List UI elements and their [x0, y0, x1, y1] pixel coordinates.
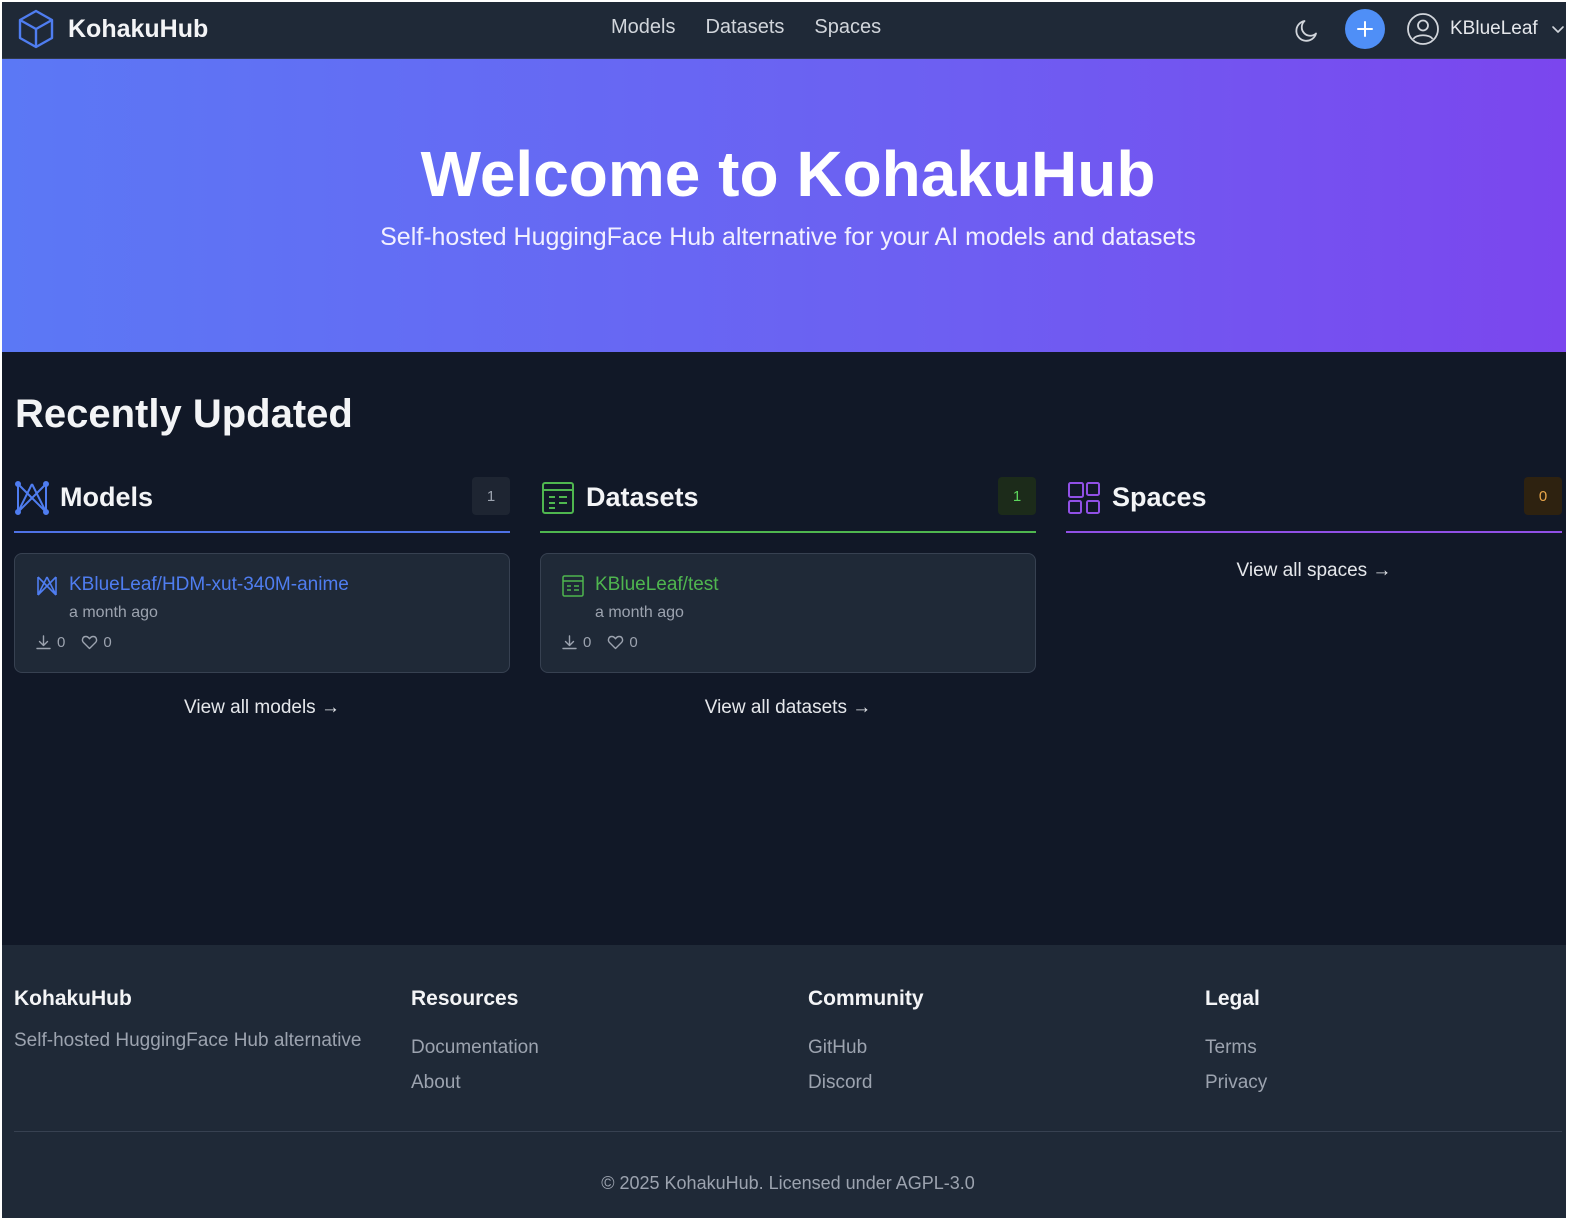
nav-models[interactable]: Models: [611, 16, 675, 39]
footer-legal-column: Legal Terms Privacy: [1205, 987, 1267, 1100]
models-count-badge: 1: [472, 477, 510, 515]
nav-datasets[interactable]: Datasets: [705, 16, 784, 39]
main-nav: Models Datasets Spaces: [611, 16, 911, 39]
datasets-heading: Datasets: [586, 482, 699, 512]
create-new-button[interactable]: [1345, 9, 1385, 49]
datasets-column: Datasets 1 KBlueLeaf/test a month ago 0: [540, 474, 1036, 719]
download-icon: [36, 635, 51, 650]
likes-stat: 0: [607, 634, 638, 651]
footer-copyright: © 2025 KohakuHub. Licensed under AGPL-3.…: [601, 1173, 975, 1193]
dataset-card[interactable]: KBlueLeaf/test a month ago 0 0: [540, 553, 1036, 673]
spaces-column: Spaces 0 View all spaces →: [1066, 474, 1562, 582]
footer-divider: [14, 1131, 1562, 1132]
footer-link-terms[interactable]: Terms: [1205, 1030, 1267, 1065]
footer-resources-column: Resources Documentation About: [411, 987, 539, 1100]
model-network-icon: [15, 481, 49, 515]
models-heading: Models: [60, 482, 154, 512]
moon-icon[interactable]: [1292, 15, 1322, 45]
user-name: KBlueLeaf: [1450, 18, 1538, 39]
likes-count: 0: [103, 634, 112, 651]
downloads-count: 0: [583, 634, 592, 651]
spaces-column-header: Spaces 0: [1066, 474, 1562, 533]
model-card-updated: a month ago: [69, 604, 158, 621]
view-all-models-link[interactable]: View all models →: [14, 697, 510, 719]
model-card-stats: 0 0: [35, 634, 128, 651]
spaces-grid-icon: [1068, 482, 1100, 514]
site-footer: KohakuHub Self-hosted HuggingFace Hub al…: [2, 945, 1566, 1218]
model-card-title[interactable]: KBlueLeaf/HDM-xut-340M-anime: [69, 574, 349, 596]
datasets-count-badge: 1: [998, 477, 1036, 515]
footer-link-about[interactable]: About: [411, 1065, 539, 1100]
app-frame: KohakuHub Models Datasets Spaces KBlueLe…: [2, 2, 1566, 1218]
dataset-card-updated: a month ago: [595, 604, 684, 621]
footer-community-column: Community GitHub Discord: [808, 987, 924, 1100]
downloads-count: 0: [57, 634, 66, 651]
hero-banner: Welcome to KohakuHub Self-hosted Hugging…: [2, 59, 1566, 352]
nav-spaces[interactable]: Spaces: [814, 16, 881, 39]
dataset-card-stats: 0 0: [561, 634, 654, 651]
dataset-card-title[interactable]: KBlueLeaf/test: [595, 574, 719, 596]
downloads-stat: 0: [561, 634, 591, 651]
hero-title: Welcome to KohakuHub: [420, 138, 1156, 210]
user-menu-button[interactable]: KBlueLeaf: [1406, 12, 1566, 46]
model-card[interactable]: KBlueLeaf/HDM-xut-340M-anime a month ago…: [14, 553, 510, 673]
view-all-spaces-link[interactable]: View all spaces →: [1066, 560, 1562, 582]
dataset-table-icon: [562, 575, 584, 597]
recently-updated-heading: Recently Updated: [15, 392, 353, 436]
models-column-header: Models 1: [14, 474, 510, 533]
view-all-datasets-link[interactable]: View all datasets →: [540, 697, 1036, 719]
likes-count: 0: [629, 634, 638, 651]
footer-brand-title: KohakuHub: [14, 987, 132, 1010]
model-network-icon: [37, 576, 57, 596]
dataset-table-icon: [542, 482, 574, 514]
brand-logo-link[interactable]: KohakuHub: [16, 8, 208, 50]
footer-link-documentation[interactable]: Documentation: [411, 1030, 539, 1065]
footer-link-discord[interactable]: Discord: [808, 1065, 924, 1100]
downloads-stat: 0: [35, 634, 65, 651]
footer-brand-description: Self-hosted HuggingFace Hub alternative: [14, 1030, 362, 1051]
hero-subtitle: Self-hosted HuggingFace Hub alternative …: [380, 223, 1196, 251]
heart-icon: [82, 635, 98, 650]
footer-community-title: Community: [808, 987, 924, 1010]
models-column: Models 1 KBlueLeaf/HDM-xut-340M-anime a …: [14, 474, 510, 719]
footer-legal-title: Legal: [1205, 987, 1260, 1010]
datasets-column-header: Datasets 1: [540, 474, 1036, 533]
footer-link-privacy[interactable]: Privacy: [1205, 1065, 1267, 1100]
plus-icon: [1357, 21, 1373, 37]
likes-stat: 0: [81, 634, 112, 651]
chevron-down-icon: [1551, 26, 1564, 33]
heart-icon: [608, 635, 624, 650]
footer-link-github[interactable]: GitHub: [808, 1030, 924, 1065]
cube-icon: [18, 9, 54, 49]
download-icon: [562, 635, 577, 650]
brand-name: KohakuHub: [68, 14, 209, 43]
footer-brand-column: KohakuHub Self-hosted HuggingFace Hub al…: [14, 987, 361, 1052]
footer-resources-title: Resources: [411, 987, 519, 1010]
spaces-count-badge: 0: [1524, 477, 1562, 515]
top-navbar: KohakuHub Models Datasets Spaces KBlueLe…: [2, 2, 1566, 59]
spaces-heading: Spaces: [1112, 482, 1207, 512]
user-circle-icon: [1407, 13, 1439, 45]
